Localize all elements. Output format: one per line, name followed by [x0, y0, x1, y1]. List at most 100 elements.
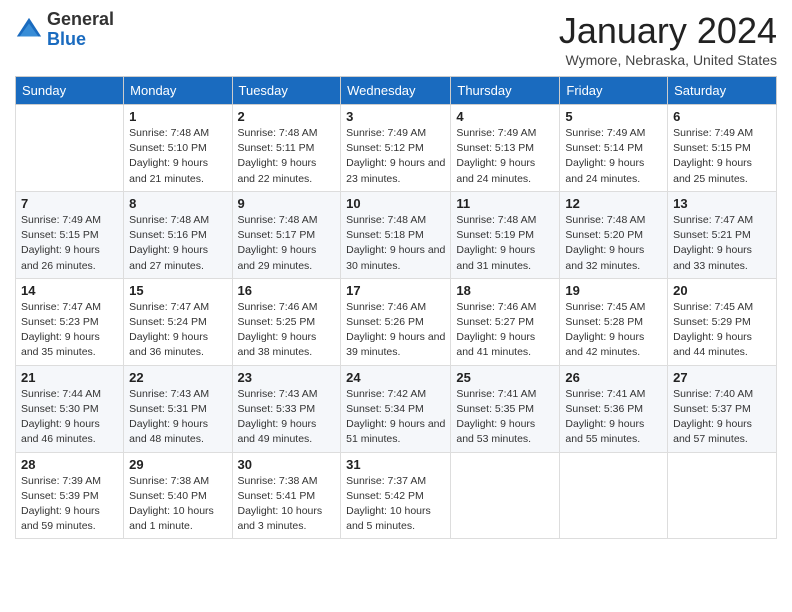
- calendar-cell: [451, 452, 560, 539]
- weekday-header-wednesday: Wednesday: [341, 77, 451, 105]
- weekday-header-monday: Monday: [124, 77, 232, 105]
- weekday-header-sunday: Sunday: [16, 77, 124, 105]
- calendar-week-3: 14Sunrise: 7:47 AMSunset: 5:23 PMDayligh…: [16, 278, 777, 365]
- day-detail: Sunrise: 7:45 AMSunset: 5:29 PMDaylight:…: [673, 300, 771, 361]
- day-number: 10: [346, 196, 445, 211]
- day-detail: Sunrise: 7:38 AMSunset: 5:40 PMDaylight:…: [129, 474, 226, 535]
- day-number: 2: [238, 109, 336, 124]
- day-detail: Sunrise: 7:44 AMSunset: 5:30 PMDaylight:…: [21, 387, 118, 448]
- day-detail: Sunrise: 7:48 AMSunset: 5:11 PMDaylight:…: [238, 126, 336, 187]
- calendar-cell: 25Sunrise: 7:41 AMSunset: 5:35 PMDayligh…: [451, 365, 560, 452]
- calendar-cell: 8 Sunrise: 7:48 AMSunset: 5:16 PMDaylight…: [124, 191, 232, 278]
- day-number: 30: [238, 457, 336, 472]
- calendar-cell: [668, 452, 777, 539]
- day-detail: Sunrise: 7:46 AMSunset: 5:27 PMDaylight:…: [456, 300, 554, 361]
- calendar-header: SundayMondayTuesdayWednesdayThursdayFrid…: [16, 77, 777, 105]
- calendar-cell: 14Sunrise: 7:47 AMSunset: 5:23 PMDayligh…: [16, 278, 124, 365]
- calendar-cell: 11Sunrise: 7:48 AMSunset: 5:19 PMDayligh…: [451, 191, 560, 278]
- day-number: 16: [238, 283, 336, 298]
- day-detail: Sunrise: 7:38 AMSunset: 5:41 PMDaylight:…: [238, 474, 336, 535]
- day-detail: Sunrise: 7:46 AMSunset: 5:25 PMDaylight:…: [238, 300, 336, 361]
- calendar-week-4: 21Sunrise: 7:44 AMSunset: 5:30 PMDayligh…: [16, 365, 777, 452]
- calendar-cell: 23 Sunrise: 7:43 AMSunset: 5:33 PMDayligh…: [232, 365, 341, 452]
- calendar-cell: 5 Sunrise: 7:49 AMSunset: 5:14 PMDaylight…: [560, 105, 668, 192]
- day-number: 11: [456, 196, 554, 211]
- day-detail: Sunrise: 7:49 AMSunset: 5:14 PMDaylight:…: [565, 126, 662, 187]
- calendar-cell: 21Sunrise: 7:44 AMSunset: 5:30 PMDayligh…: [16, 365, 124, 452]
- calendar-cell: [16, 105, 124, 192]
- calendar-cell: 31 Sunrise: 7:37 AMSunset: 5:42 PMDayligh…: [341, 452, 451, 539]
- day-number: 28: [21, 457, 118, 472]
- calendar-week-2: 7 Sunrise: 7:49 AMSunset: 5:15 PMDaylight…: [16, 191, 777, 278]
- calendar-cell: [560, 452, 668, 539]
- calendar-cell: 6Sunrise: 7:49 AMSunset: 5:15 PMDaylight…: [668, 105, 777, 192]
- calendar-table: SundayMondayTuesdayWednesdayThursdayFrid…: [15, 76, 777, 539]
- day-number: 22: [129, 370, 226, 385]
- day-number: 9: [238, 196, 336, 211]
- calendar-week-1: 1 Sunrise: 7:48 AMSunset: 5:10 PMDaylight…: [16, 105, 777, 192]
- day-number: 23: [238, 370, 336, 385]
- calendar-cell: 7 Sunrise: 7:49 AMSunset: 5:15 PMDaylight…: [16, 191, 124, 278]
- calendar-cell: 12 Sunrise: 7:48 AMSunset: 5:20 PMDayligh…: [560, 191, 668, 278]
- day-number: 20: [673, 283, 771, 298]
- logo-general: General: [47, 9, 114, 29]
- logo-blue: Blue: [47, 29, 86, 49]
- logo-icon: [15, 16, 43, 44]
- calendar-cell: 30 Sunrise: 7:38 AMSunset: 5:41 PMDayligh…: [232, 452, 341, 539]
- day-number: 25: [456, 370, 554, 385]
- calendar-cell: 15 Sunrise: 7:47 AMSunset: 5:24 PMDayligh…: [124, 278, 232, 365]
- weekday-header-friday: Friday: [560, 77, 668, 105]
- day-number: 26: [565, 370, 662, 385]
- day-detail: Sunrise: 7:49 AMSunset: 5:15 PMDaylight:…: [21, 213, 118, 274]
- day-detail: Sunrise: 7:46 AMSunset: 5:26 PMDaylight:…: [346, 300, 445, 361]
- calendar-cell: 19 Sunrise: 7:45 AMSunset: 5:28 PMDayligh…: [560, 278, 668, 365]
- day-number: 4: [456, 109, 554, 124]
- day-detail: Sunrise: 7:45 AMSunset: 5:28 PMDaylight:…: [565, 300, 662, 361]
- day-detail: Sunrise: 7:49 AMSunset: 5:12 PMDaylight:…: [346, 126, 445, 187]
- day-number: 1: [129, 109, 226, 124]
- day-detail: Sunrise: 7:48 AMSunset: 5:17 PMDaylight:…: [238, 213, 336, 274]
- calendar-cell: 27Sunrise: 7:40 AMSunset: 5:37 PMDayligh…: [668, 365, 777, 452]
- calendar-cell: 28 Sunrise: 7:39 AMSunset: 5:39 PMDayligh…: [16, 452, 124, 539]
- day-detail: Sunrise: 7:47 AMSunset: 5:21 PMDaylight:…: [673, 213, 771, 274]
- day-number: 7: [21, 196, 118, 211]
- calendar-cell: 2 Sunrise: 7:48 AMSunset: 5:11 PMDaylight…: [232, 105, 341, 192]
- day-detail: Sunrise: 7:47 AMSunset: 5:24 PMDaylight:…: [129, 300, 226, 361]
- calendar-cell: 24 Sunrise: 7:42 AMSunset: 5:34 PMDayligh…: [341, 365, 451, 452]
- day-number: 15: [129, 283, 226, 298]
- day-detail: Sunrise: 7:48 AMSunset: 5:20 PMDaylight:…: [565, 213, 662, 274]
- calendar-cell: 10 Sunrise: 7:48 AMSunset: 5:18 PMDayligh…: [341, 191, 451, 278]
- day-number: 5: [565, 109, 662, 124]
- calendar-week-5: 28 Sunrise: 7:39 AMSunset: 5:39 PMDayligh…: [16, 452, 777, 539]
- day-number: 24: [346, 370, 445, 385]
- weekday-header-tuesday: Tuesday: [232, 77, 341, 105]
- day-detail: Sunrise: 7:37 AMSunset: 5:42 PMDaylight:…: [346, 474, 445, 535]
- calendar-cell: 22Sunrise: 7:43 AMSunset: 5:31 PMDayligh…: [124, 365, 232, 452]
- calendar-cell: 4Sunrise: 7:49 AMSunset: 5:13 PMDaylight…: [451, 105, 560, 192]
- day-detail: Sunrise: 7:48 AMSunset: 5:16 PMDaylight:…: [129, 213, 226, 274]
- calendar-cell: 29 Sunrise: 7:38 AMSunset: 5:40 PMDayligh…: [124, 452, 232, 539]
- day-detail: Sunrise: 7:40 AMSunset: 5:37 PMDaylight:…: [673, 387, 771, 448]
- weekday-header-saturday: Saturday: [668, 77, 777, 105]
- day-number: 31: [346, 457, 445, 472]
- day-detail: Sunrise: 7:39 AMSunset: 5:39 PMDaylight:…: [21, 474, 118, 535]
- day-number: 29: [129, 457, 226, 472]
- day-detail: Sunrise: 7:42 AMSunset: 5:34 PMDaylight:…: [346, 387, 445, 448]
- day-detail: Sunrise: 7:49 AMSunset: 5:15 PMDaylight:…: [673, 126, 771, 187]
- day-detail: Sunrise: 7:43 AMSunset: 5:33 PMDaylight:…: [238, 387, 336, 448]
- day-number: 12: [565, 196, 662, 211]
- day-detail: Sunrise: 7:48 AMSunset: 5:18 PMDaylight:…: [346, 213, 445, 274]
- day-number: 8: [129, 196, 226, 211]
- calendar-cell: 18 Sunrise: 7:46 AMSunset: 5:27 PMDayligh…: [451, 278, 560, 365]
- day-number: 3: [346, 109, 445, 124]
- logo-text: General Blue: [47, 10, 114, 50]
- day-number: 19: [565, 283, 662, 298]
- calendar-cell: 20 Sunrise: 7:45 AMSunset: 5:29 PMDayligh…: [668, 278, 777, 365]
- calendar-cell: 17Sunrise: 7:46 AMSunset: 5:26 PMDayligh…: [341, 278, 451, 365]
- day-number: 18: [456, 283, 554, 298]
- title-block: January 2024 Wymore, Nebraska, United St…: [559, 10, 777, 68]
- calendar-cell: 9 Sunrise: 7:48 AMSunset: 5:17 PMDaylight…: [232, 191, 341, 278]
- day-detail: Sunrise: 7:48 AMSunset: 5:10 PMDaylight:…: [129, 126, 226, 187]
- logo: General Blue: [15, 10, 114, 50]
- day-number: 14: [21, 283, 118, 298]
